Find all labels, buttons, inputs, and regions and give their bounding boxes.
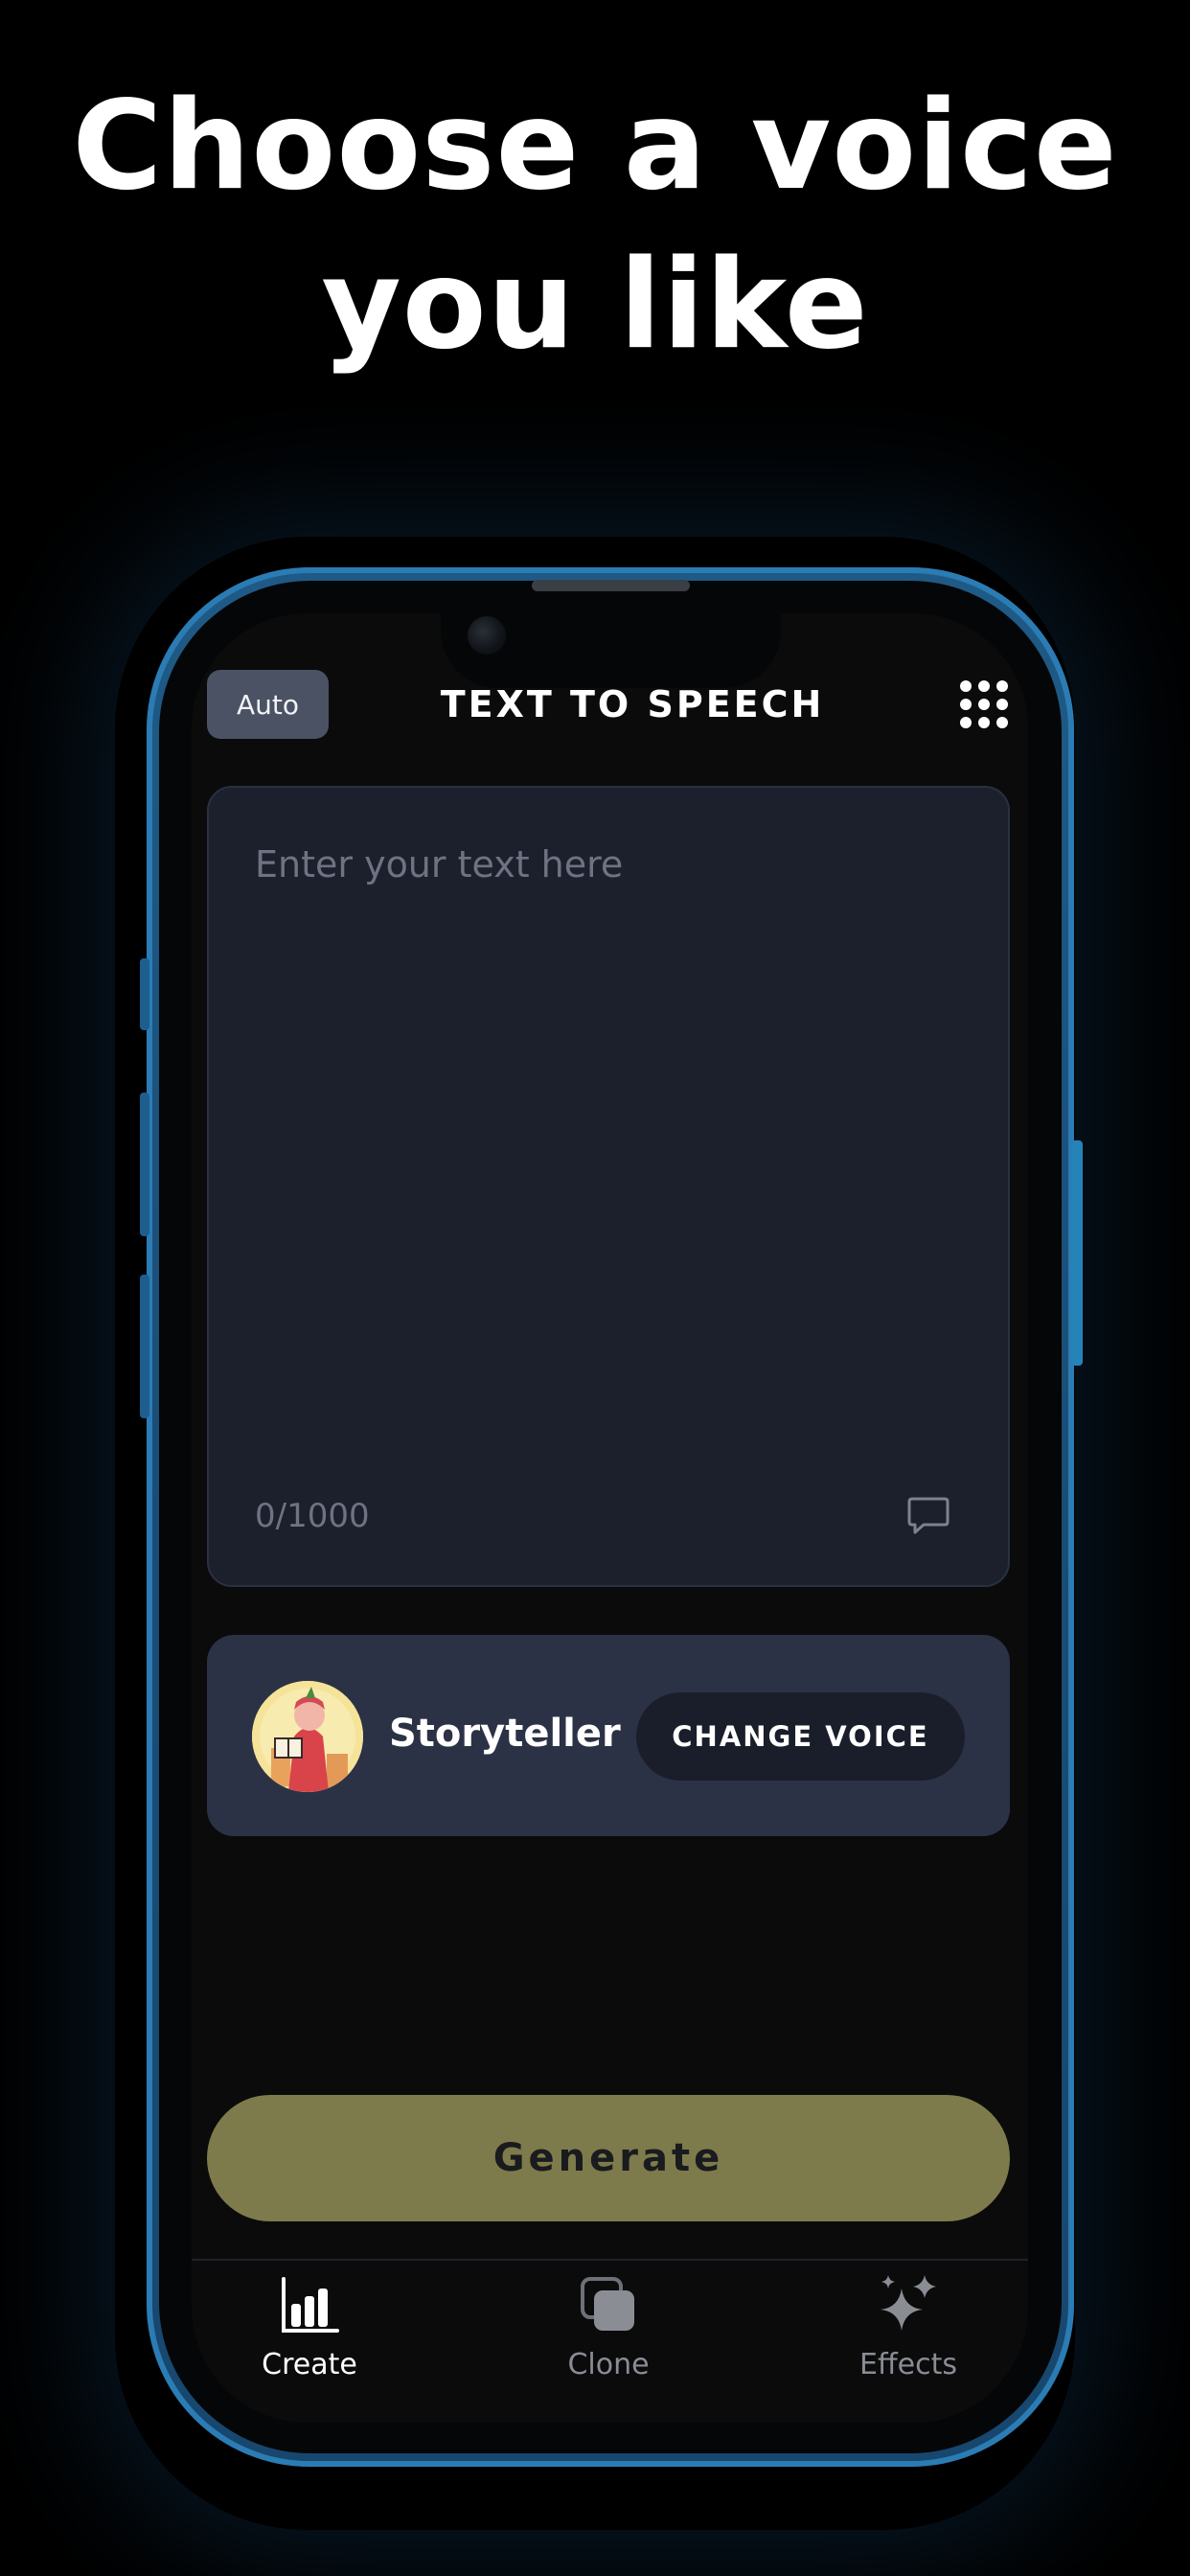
screen-title: TEXT TO SPEECH (440, 683, 825, 725)
character-count: 0/1000 (255, 1497, 370, 1535)
volume-down-button (140, 1275, 149, 1418)
volume-up-button (140, 1092, 149, 1236)
tab-bar-divider (192, 2259, 1028, 2261)
bar-chart-icon (204, 2273, 415, 2336)
front-camera (468, 616, 506, 655)
tab-create[interactable]: Create (204, 2273, 415, 2388)
headline: Choose a voice you like (0, 67, 1190, 386)
headline-line-2: you like (321, 234, 869, 378)
tab-clone[interactable]: Clone (503, 2273, 714, 2388)
sparkles-icon (803, 2273, 1014, 2336)
power-button (1071, 1140, 1083, 1366)
speech-bubble-icon[interactable] (906, 1495, 950, 1537)
headline-line-1: Choose a voice (72, 75, 1118, 218)
mute-switch (140, 958, 149, 1030)
generate-button[interactable]: Generate (207, 2095, 1010, 2221)
tab-effects-label: Effects (859, 2348, 957, 2381)
earpiece-speaker (532, 580, 690, 591)
text-input-placeholder[interactable]: Enter your text here (255, 843, 926, 886)
change-voice-button[interactable]: CHANGE VOICE (636, 1692, 965, 1781)
text-input-area[interactable] (207, 786, 1010, 1587)
voice-name: Storyteller (389, 1712, 621, 1756)
tab-clone-label: Clone (567, 2348, 650, 2381)
tab-effects[interactable]: Effects (803, 2273, 1014, 2388)
clone-icon (503, 2273, 714, 2336)
storyteller-avatar (252, 1681, 363, 1792)
grid-dots-icon[interactable] (960, 680, 1008, 728)
tab-create-label: Create (262, 2348, 357, 2381)
auto-button[interactable]: Auto (207, 670, 329, 739)
